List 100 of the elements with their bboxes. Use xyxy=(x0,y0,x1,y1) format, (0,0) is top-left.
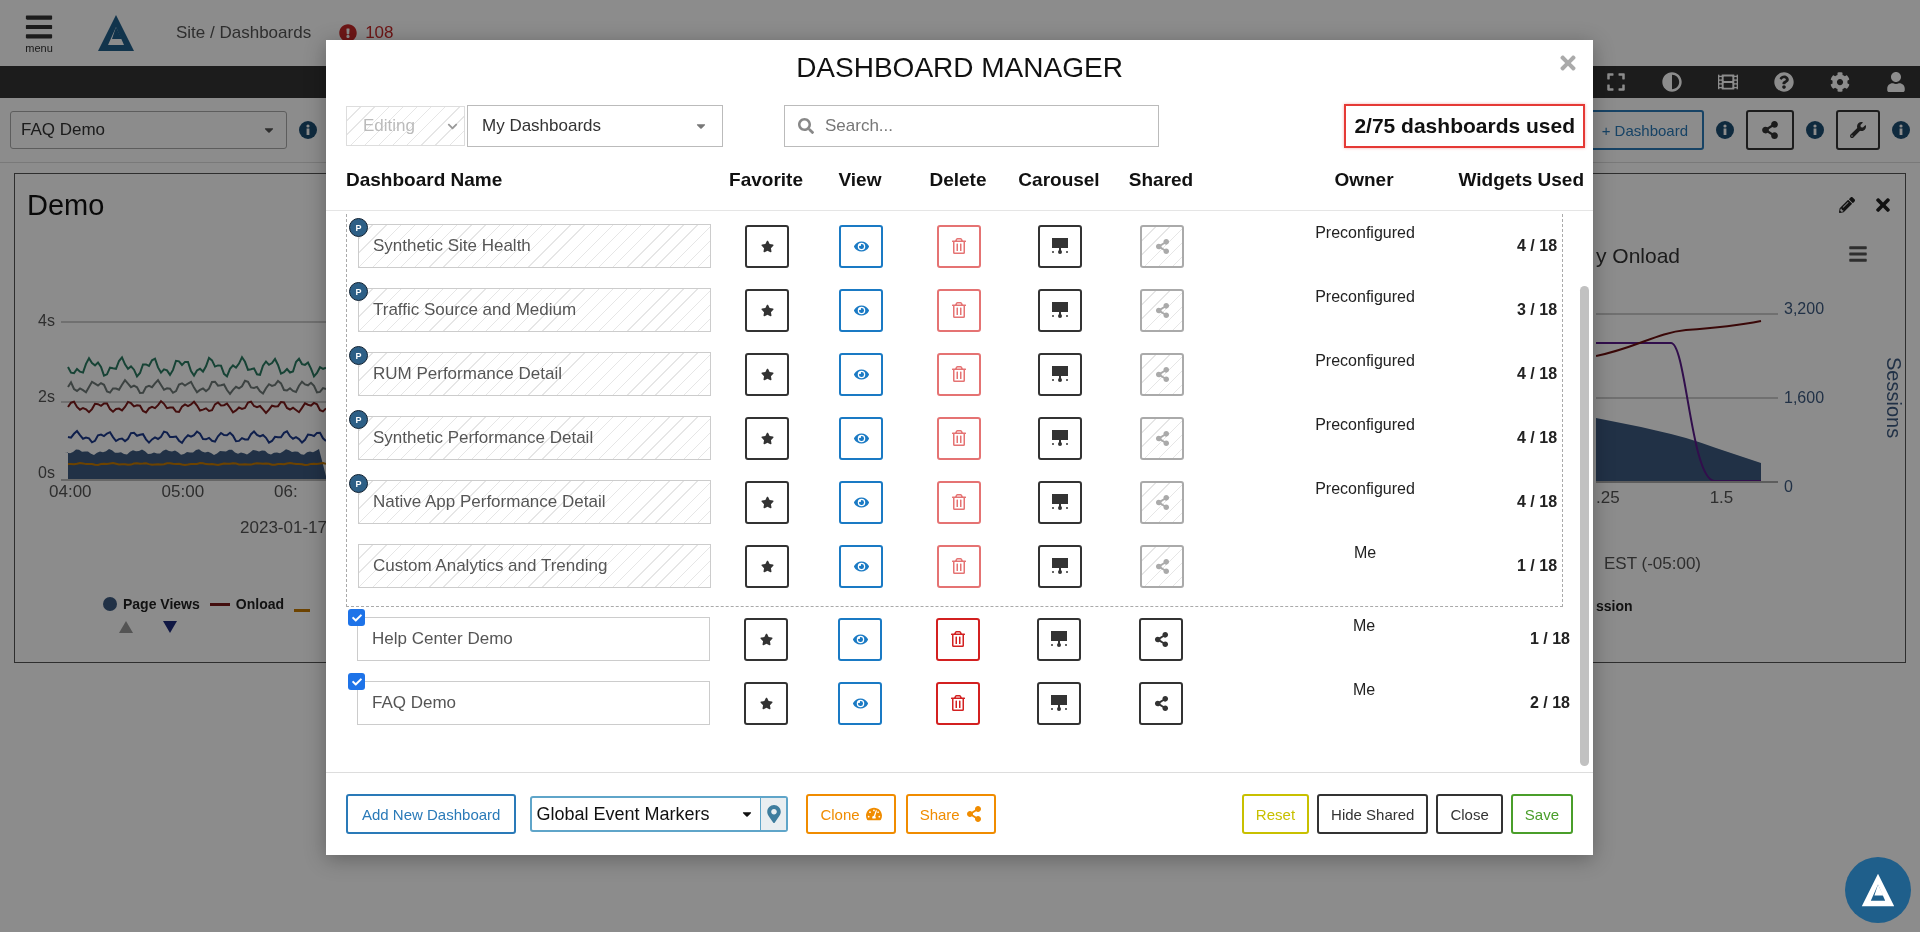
carousel-button[interactable] xyxy=(1038,352,1082,396)
location-button[interactable] xyxy=(760,798,787,830)
delete-button[interactable] xyxy=(936,681,980,725)
preconfigured-badge: P xyxy=(349,346,368,365)
map-pin-icon xyxy=(764,805,783,823)
user-icon[interactable] xyxy=(1886,72,1906,92)
carousel-button[interactable] xyxy=(1038,480,1082,524)
carousel-button[interactable] xyxy=(1038,288,1082,332)
axis-label: .25 xyxy=(1596,488,1620,509)
event-markers-select[interactable]: Global Event Markers xyxy=(530,796,789,832)
logo-icon[interactable] xyxy=(1860,872,1896,908)
settings-icon[interactable] xyxy=(1830,72,1850,92)
axis-label: 1,600 xyxy=(1784,389,1826,407)
favorite-button[interactable] xyxy=(745,352,789,396)
carousel-button[interactable] xyxy=(1038,544,1082,588)
search-field[interactable]: Search... xyxy=(784,105,1159,147)
delete-button[interactable] xyxy=(937,224,981,268)
widgets-count: 1 / 18 xyxy=(1529,630,1571,648)
favorite-button[interactable] xyxy=(745,480,789,524)
dialog-button[interactable]: Save xyxy=(1510,794,1573,834)
favorite-button[interactable] xyxy=(745,416,789,460)
star-icon xyxy=(760,495,774,509)
scope-select[interactable]: My Dashboards xyxy=(467,105,723,147)
delete-button[interactable] xyxy=(937,352,981,396)
share-icon xyxy=(1154,366,1170,382)
delete-button[interactable] xyxy=(937,544,981,588)
favorite-button[interactable] xyxy=(745,544,789,588)
owner-label: Preconfigured xyxy=(1315,480,1415,498)
axis-title: EST (-05:00) xyxy=(1603,554,1702,574)
pencil-icon[interactable] xyxy=(1839,197,1855,213)
info-icon[interactable] xyxy=(299,121,317,139)
share-button[interactable] xyxy=(1139,681,1183,725)
menu-icon[interactable] xyxy=(1848,244,1868,264)
info-icon[interactable] xyxy=(1806,121,1824,139)
view-button[interactable] xyxy=(839,544,883,588)
checkbox[interactable] xyxy=(348,673,365,690)
carousel-button[interactable] xyxy=(1038,416,1082,460)
carousel-button[interactable] xyxy=(1037,617,1081,661)
search-icon xyxy=(798,118,814,134)
carousel-button[interactable] xyxy=(1038,224,1082,268)
owner-label: Me xyxy=(1353,544,1377,562)
info-icon[interactable] xyxy=(1716,121,1734,139)
share-icon xyxy=(1154,430,1170,446)
checkbox[interactable] xyxy=(348,609,365,626)
carousel-button[interactable] xyxy=(1037,681,1081,725)
film-icon[interactable] xyxy=(1718,72,1738,92)
dialog-button[interactable]: Close xyxy=(1436,794,1503,834)
star-icon xyxy=(760,367,774,381)
legend-label: Page Views xyxy=(123,596,200,612)
delete-button[interactable] xyxy=(937,288,981,332)
name-field[interactable]: FAQ Demo xyxy=(357,681,710,725)
logo-icon[interactable] xyxy=(96,13,136,53)
view-button[interactable] xyxy=(839,224,883,268)
presentation-icon xyxy=(1049,694,1069,712)
axis-label: 04:00 xyxy=(49,482,92,503)
help-icon[interactable] xyxy=(1774,72,1794,92)
star-icon xyxy=(760,303,774,317)
column-header: Owner xyxy=(1333,169,1394,191)
share-button[interactable] xyxy=(1139,617,1183,661)
delete-button[interactable] xyxy=(937,480,981,524)
alert-icon[interactable] xyxy=(339,24,358,42)
view-button[interactable] xyxy=(838,617,882,661)
favorite-button[interactable] xyxy=(745,288,789,332)
widgets-count: 1 / 18 xyxy=(1517,557,1559,575)
favorite-button[interactable] xyxy=(744,681,788,725)
view-button[interactable] xyxy=(839,480,883,524)
star-icon xyxy=(760,559,774,573)
scrollbar[interactable] xyxy=(1580,286,1589,766)
presentation-icon xyxy=(1050,557,1070,575)
name-field[interactable]: Help Center Demo xyxy=(357,617,710,661)
column-header: View xyxy=(838,169,882,191)
trash-icon xyxy=(951,238,967,254)
favorite-button[interactable] xyxy=(744,617,788,661)
dashboard-select[interactable]: FAQ Demo xyxy=(10,111,287,149)
add-dashboard-button[interactable]: Add New Dashboard xyxy=(346,794,517,834)
menu-button[interactable]: menu xyxy=(24,12,54,54)
info-icon[interactable] xyxy=(1892,121,1910,139)
settings-button[interactable] xyxy=(1836,110,1880,150)
favorite-button[interactable] xyxy=(745,224,789,268)
share-button[interactable] xyxy=(1746,110,1794,150)
close-icon[interactable] xyxy=(1873,195,1893,215)
axis-title: 2023-01-17 xyxy=(240,518,327,539)
view-button[interactable] xyxy=(839,352,883,396)
column-header: Carousel xyxy=(1018,169,1100,191)
check-icon xyxy=(351,612,362,623)
delete-button[interactable] xyxy=(936,617,980,661)
triangle-down-icon[interactable] xyxy=(163,621,177,633)
legend-label: ssion xyxy=(1596,598,1634,614)
presentation-icon xyxy=(1050,429,1070,447)
fullscreen-icon[interactable] xyxy=(1606,72,1626,92)
view-button[interactable] xyxy=(839,288,883,332)
star-icon xyxy=(760,431,774,445)
column-header: Favorite xyxy=(729,169,803,191)
view-button[interactable] xyxy=(839,416,883,460)
owner-label: Preconfigured xyxy=(1315,416,1415,434)
contrast-icon[interactable] xyxy=(1662,72,1682,92)
widgets-count: 4 / 18 xyxy=(1517,429,1559,447)
dialog-button[interactable]: Hide Shared xyxy=(1317,794,1429,834)
delete-button[interactable] xyxy=(937,416,981,460)
view-button[interactable] xyxy=(838,681,882,725)
